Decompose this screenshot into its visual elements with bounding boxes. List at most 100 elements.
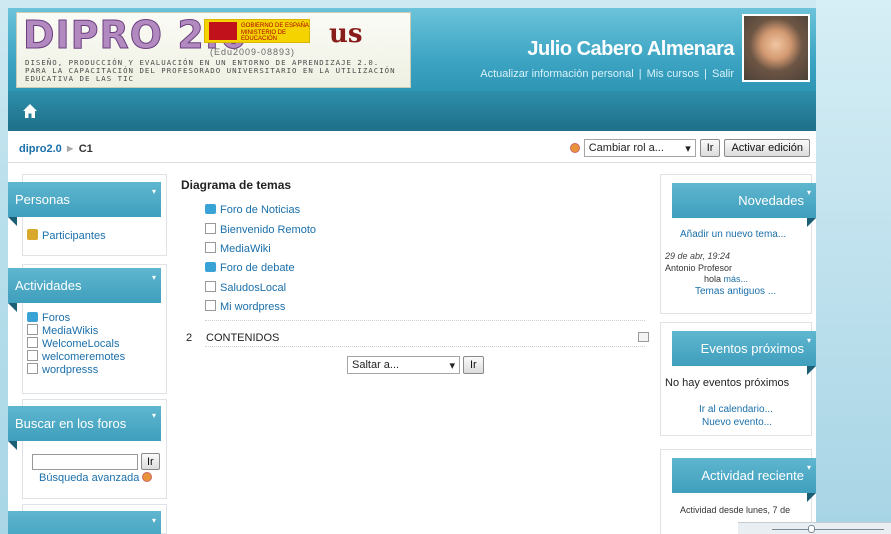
activity-item[interactable]: wordpresss [27, 363, 125, 376]
role-go-button[interactable]: Ir [699, 139, 721, 157]
activities-block-header[interactable]: Actividades ▾ [8, 268, 161, 312]
breadcrumb-bar: dipro2.0 ► C1 Cambiar rol a... ▾ Ir Activar… [8, 131, 816, 163]
page-icon [27, 363, 38, 374]
tab-fold [807, 218, 816, 227]
collapse-icon[interactable]: ▾ [152, 274, 156, 282]
post-text: hola [704, 274, 722, 284]
users-icon [27, 229, 38, 240]
post-snippet: hola más... [704, 274, 748, 284]
activity-link[interactable]: MediaWikis [42, 325, 98, 337]
participants-link[interactable]: Participantes [42, 230, 106, 242]
logo-code: (Edu2009-08893) [210, 47, 296, 57]
change-role-select[interactable]: Cambiar rol a... ▾ [583, 139, 696, 157]
home-icon[interactable] [22, 103, 38, 119]
collapse-icon[interactable]: ▾ [152, 517, 156, 525]
collapse-icon[interactable]: ▾ [807, 464, 811, 472]
topic-item[interactable]: SaludosLocal [205, 280, 316, 300]
new-event-link[interactable]: Nuevo evento... [702, 417, 772, 428]
user-links: Actualizar información personal | Mis curs… [480, 68, 734, 80]
tab-fold [8, 217, 17, 226]
topic-link[interactable]: Foro de debate [220, 262, 295, 274]
forum-search-button[interactable]: Ir [141, 453, 160, 470]
breadcrumb-arrow-icon: ► [64, 143, 76, 155]
collapse-icon[interactable]: ▾ [152, 188, 156, 196]
people-block-header[interactable]: Personas ▾ [8, 182, 161, 226]
chevron-down-icon: ▾ [685, 142, 691, 155]
topic-link[interactable]: Mi wordpress [220, 301, 285, 313]
section-divider [205, 346, 645, 347]
logout-link[interactable]: Salir [712, 68, 734, 80]
events-block-header[interactable]: Eventos próximos ▾ [672, 331, 816, 375]
breadcrumb: dipro2.0 ► C1 [19, 143, 93, 155]
edit-mode-button[interactable]: Activar edición [724, 139, 810, 157]
activity-link[interactable]: WelcomeLocals [42, 338, 119, 350]
advanced-search-link[interactable]: Búsqueda avanzada [39, 472, 139, 484]
activity-item[interactable]: Foros [27, 312, 125, 324]
topic-item[interactable]: Foro de debate [205, 261, 316, 281]
activity-item[interactable]: MediaWikis [27, 324, 125, 337]
activity-since-text: Actividad desde lunes, 7 de [680, 505, 791, 515]
avatar[interactable] [742, 14, 810, 82]
collapse-section-icon[interactable] [638, 332, 649, 342]
topic-item[interactable]: Mi wordpress [205, 299, 316, 319]
section-number: 2 [186, 332, 193, 344]
user-name[interactable]: Julio Cabero Almenara [527, 38, 734, 61]
page-icon [27, 350, 38, 361]
admin-block-header[interactable]: ▾ [8, 511, 161, 534]
participants-item[interactable]: Participantes [27, 229, 106, 242]
chevron-down-icon: ▾ [449, 359, 455, 372]
update-profile-link[interactable]: Actualizar información personal [480, 68, 633, 80]
my-courses-link[interactable]: Mis cursos [647, 68, 700, 80]
collapse-icon[interactable]: ▾ [807, 337, 811, 345]
page-icon [205, 223, 216, 235]
breadcrumb-current: C1 [78, 143, 93, 155]
news-block-title: Novedades [738, 193, 804, 208]
help-icon[interactable] [142, 472, 153, 482]
navbar [8, 91, 816, 131]
activity-item[interactable]: welcomeremotes [27, 350, 125, 363]
collapse-icon[interactable]: ▾ [152, 412, 156, 420]
activity-link[interactable]: welcomeremotes [42, 351, 125, 363]
gov-text: GOBIERNO DE ESPAÑA MINISTERIO DE EDUCACI… [241, 23, 309, 43]
read-more-link[interactable]: más... [724, 274, 749, 284]
zoom-slider-handle[interactable] [808, 525, 815, 533]
topic-link[interactable]: MediaWiki [220, 243, 271, 255]
topic-link[interactable]: SaludosLocal [220, 282, 286, 294]
tab-fold [8, 303, 17, 312]
page-icon [27, 324, 38, 335]
forum-search-block-title: Buscar en los foros [15, 416, 127, 431]
collapse-icon[interactable]: ▾ [807, 189, 811, 197]
university-logo: us [329, 19, 363, 49]
topic-item[interactable]: Foro de Noticias [205, 204, 316, 223]
recent-activity-block-header[interactable]: Actividad reciente ▾ [672, 458, 816, 502]
forum-icon [205, 204, 216, 214]
jump-to-select[interactable]: Saltar a... ▾ [347, 356, 460, 374]
older-topics-link[interactable]: Temas antiguos ... [695, 286, 776, 297]
forum-icon [205, 261, 216, 272]
topic-link[interactable]: Foro de Noticias [220, 204, 300, 216]
activity-link[interactable]: Foros [42, 312, 70, 324]
topics-title: Diagrama de temas [181, 178, 292, 192]
page-icon [205, 280, 216, 292]
forum-search-input[interactable] [32, 454, 138, 470]
government-badge: GOBIERNO DE ESPAÑA MINISTERIO DE EDUCACI… [204, 19, 310, 43]
site-logo[interactable]: DIPRO 2.0 GOBIERNO DE ESPAÑA MINISTERIO … [16, 12, 411, 88]
change-role-value: Cambiar rol a... [588, 142, 664, 154]
calendar-link[interactable]: Ir al calendario... [699, 404, 773, 415]
forum-search-block-header[interactable]: Buscar en los foros ▾ [8, 406, 161, 450]
activity-link[interactable]: wordpresss [42, 364, 98, 376]
topic-item[interactable]: MediaWiki [205, 242, 316, 261]
zoom-bar [738, 522, 891, 534]
zoom-slider-track[interactable] [772, 529, 884, 530]
breadcrumb-root-link[interactable]: dipro2.0 [19, 143, 62, 155]
jump-go-button[interactable]: Ir [463, 356, 484, 374]
recent-activity-block-title: Actividad reciente [701, 468, 804, 483]
topic-item[interactable]: Bienvenido Remoto [205, 223, 316, 242]
add-topic-link[interactable]: Añadir un nuevo tema... [680, 229, 786, 240]
advanced-search[interactable]: Búsqueda avanzada [39, 472, 153, 484]
help-icon[interactable] [569, 143, 580, 153]
activity-item[interactable]: WelcomeLocals [27, 337, 125, 350]
activities-list: Foros MediaWikis WelcomeLocals welcomere… [27, 312, 125, 376]
news-block-header[interactable]: Novedades ▾ [672, 183, 816, 227]
topic-link[interactable]: Bienvenido Remoto [220, 224, 316, 236]
